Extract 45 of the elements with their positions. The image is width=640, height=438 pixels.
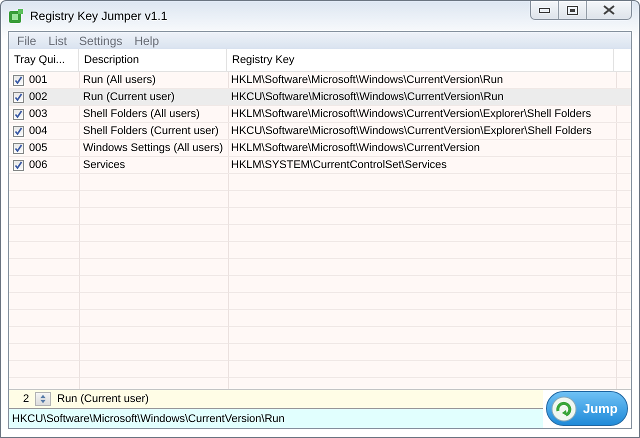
table-cell-text: Shell Folders (Current user) — [82, 124, 220, 139]
close-icon — [603, 5, 615, 15]
table-cell-text: Shell Folders (All users) — [82, 107, 201, 122]
maximize-icon — [567, 6, 578, 14]
selected-description: Run (Current user) — [57, 393, 149, 405]
table-cell-text: HKLM\Software\Microsoft\Windows\CurrentVersion\Explorer\Shell Folders — [230, 107, 592, 122]
row-number: 001 — [29, 74, 48, 86]
checkbox[interactable] — [13, 108, 24, 120]
column-header[interactable]: Registry Key — [227, 49, 614, 71]
table-cell-text: HKCU\Software\Microsoft\Windows\CurrentVersion\Run — [230, 90, 505, 105]
table-row[interactable]: 004 Shell Folders (Current user) HKCU\Software\Microsoft\Windows\CurrentVersion\Explorer\Shell Folders — [9, 123, 631, 140]
column-header[interactable]: Description — [79, 49, 227, 71]
menu-item[interactable]: File — [11, 34, 42, 48]
column-header[interactable]: Tray Qui... — [9, 49, 79, 71]
table-row[interactable]: 003 Shell Folders (All users) HKLM\Software\Microsoft\Windows\CurrentVersion\Explorer\Shell Folders — [9, 106, 631, 123]
row-number: 003 — [29, 108, 48, 120]
checkbox[interactable] — [13, 142, 24, 154]
table-row[interactable]: 002 Run (Current user) HKCU\Software\Microsoft\Windows\CurrentVersion\Run — [9, 89, 631, 106]
table-cell-text: Services — [82, 158, 126, 173]
menu-item[interactable]: List — [42, 34, 74, 48]
spin-icon[interactable] — [35, 392, 52, 406]
table-cell-text: HKLM\Software\Microsoft\Windows\CurrentVersion\Run — [230, 73, 504, 88]
checkbox[interactable] — [13, 74, 24, 86]
table-cell-text: HKCU\Software\Microsoft\Windows\CurrentVersion\Explorer\Shell Folders — [230, 124, 593, 139]
table-row[interactable]: 005 Windows Settings (All users) HKLM\Software\Microsoft\Windows\CurrentVersion — [9, 140, 631, 157]
path-field[interactable]: HKCU\Software\Microsoft\Windows\CurrentVersion\Run — [9, 409, 543, 428]
table-row[interactable]: 006 Services HKLM\SYSTEM\CurrentControlSet\Services — [9, 157, 631, 174]
table-cell-text: HKLM\Software\Microsoft\Windows\CurrentVersion — [230, 141, 481, 156]
checkbox[interactable] — [13, 160, 24, 170]
menu-item[interactable]: Settings — [73, 34, 128, 48]
checkbox[interactable] — [13, 92, 24, 102]
app-icon — [8, 8, 24, 24]
row-number: 006 — [29, 159, 48, 171]
minimize-icon — [539, 8, 550, 12]
row-number: 002 — [29, 91, 48, 103]
table-cell-text: Run (Current user) — [82, 90, 176, 105]
row-number: 004 — [29, 125, 48, 137]
table-cell-text: Windows Settings (All users) — [82, 141, 224, 156]
index-value: 2 — [23, 393, 30, 405]
menu-item[interactable]: Help — [128, 34, 166, 48]
table-cell-text: HKLM\SYSTEM\CurrentControlSet\Services — [230, 158, 448, 173]
row-number: 005 — [29, 142, 48, 154]
window-title: Registry Key Jumper v1.1 — [30, 9, 168, 23]
table-cell-text: Run (All users) — [82, 73, 157, 88]
checkbox[interactable] — [13, 126, 24, 136]
